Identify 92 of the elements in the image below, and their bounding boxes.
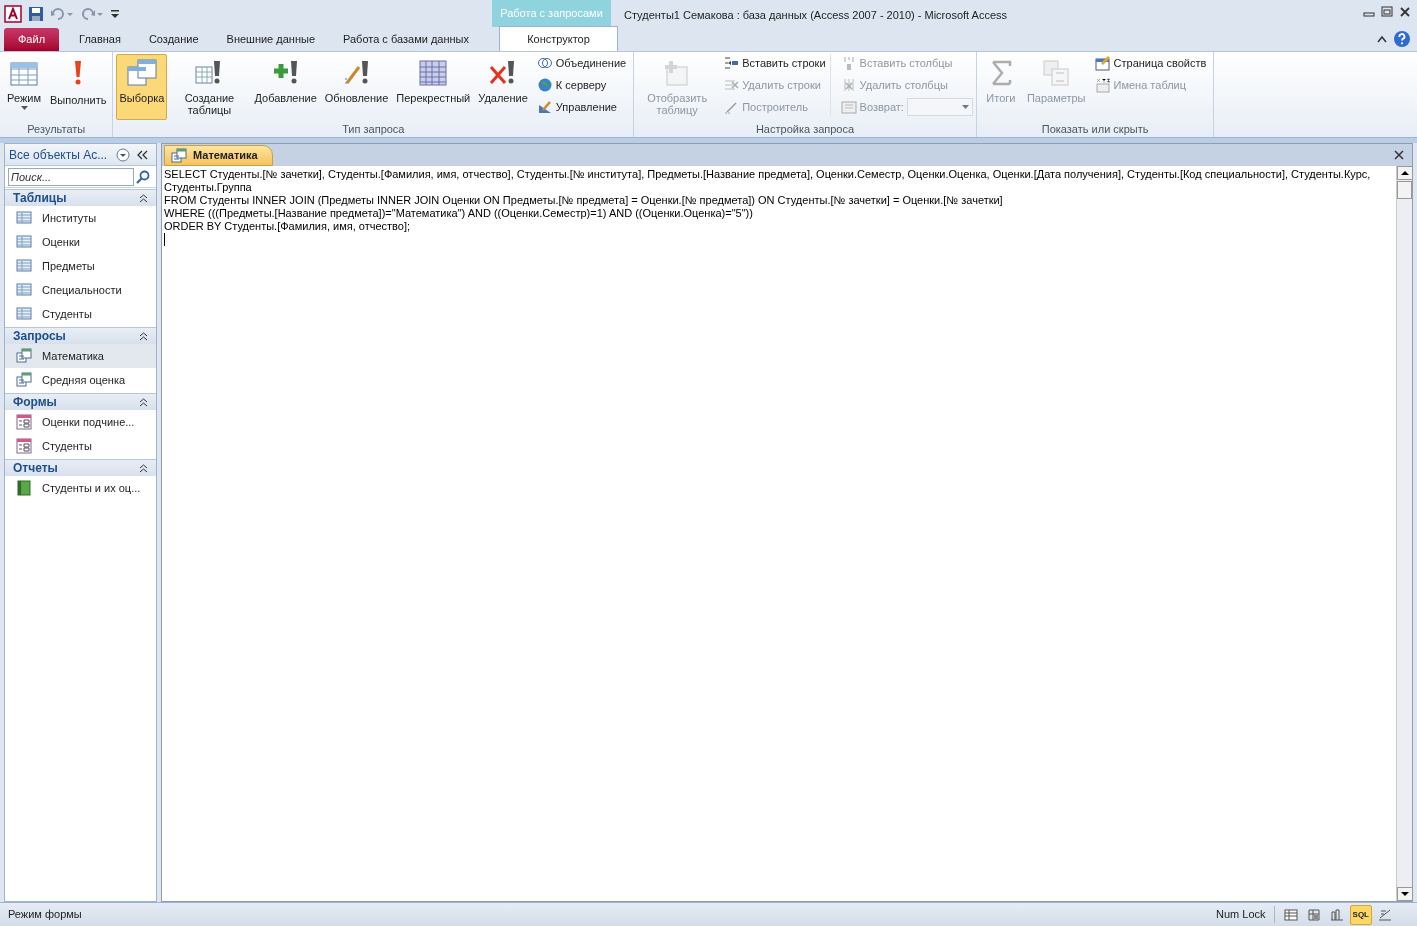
app-logo-icon: [4, 4, 22, 23]
collapse-section-icon[interactable]: [139, 463, 148, 473]
document-tab[interactable]: Математика: [164, 145, 273, 166]
nav-item[interactable]: Предметы: [5, 254, 156, 278]
delete-rows-icon: [723, 77, 740, 93]
pivot-chart-view-icon: [1329, 907, 1344, 922]
sql-line: WHERE (((Предметы.[Название предмета])="Математика") AND ((Оценки.Семестр)=1) AND ((Оценки.Оценка)="5")): [164, 207, 754, 220]
nav-item[interactable]: Студенты: [5, 434, 156, 458]
insert-rows-icon: [723, 55, 740, 71]
ribbon-button[interactable]: Выборка: [116, 54, 168, 120]
save-icon[interactable]: [28, 5, 44, 22]
nav-item[interactable]: Студенты: [5, 302, 156, 326]
collapse-ribbon-icon[interactable]: [1377, 35, 1387, 43]
table-names-icon: [1094, 77, 1111, 93]
ribbon-group-label: Настройка запроса: [754, 122, 856, 137]
vertical-scrollbar[interactable]: [1396, 166, 1412, 901]
wand-icon: [723, 99, 740, 115]
form-icon: [16, 414, 32, 430]
restore-icon[interactable]: [1381, 6, 1393, 18]
ribbon-group-label: Тип запроса: [341, 122, 406, 137]
form-icon: [16, 438, 32, 454]
sql-view-button[interactable]: SQL: [1349, 904, 1372, 925]
ribbon-tab[interactable]: Работа с базами данных: [329, 28, 483, 51]
ribbon-button[interactable]: Создание таблицы: [169, 54, 250, 120]
ribbon-tab[interactable]: Создание: [134, 28, 213, 51]
nav-item[interactable]: Институты: [5, 206, 156, 230]
design-view-icon: [1378, 907, 1392, 922]
customize-toolbar-icon[interactable]: [110, 7, 120, 20]
caret-icon: [961, 105, 969, 109]
table-icon: [16, 210, 32, 226]
scroll-down-icon[interactable]: [1397, 887, 1413, 901]
nav-item[interactable]: Средняя оценка: [5, 368, 156, 392]
sql-line: ORDER BY Студенты.[Фамилия, имя, отчество];: [164, 220, 412, 233]
ribbon-button[interactable]: Вставить строки: [723, 54, 826, 72]
contextual-tab-group: Работа с запросами: [492, 0, 611, 27]
exclamation-icon: [74, 61, 83, 85]
grid-icon: [417, 57, 450, 89]
collapse-section-icon[interactable]: [139, 397, 148, 407]
caret-icon: [20, 106, 28, 110]
table-icon: [16, 282, 32, 298]
ribbon-button[interactable]: Перекрестный: [393, 54, 474, 120]
search-icon[interactable]: [136, 169, 150, 184]
help-icon[interactable]: [1393, 30, 1411, 48]
pencil-icon: [536, 99, 553, 115]
ribbon-button[interactable]: Выполнить: [47, 54, 110, 120]
ribbon-button[interactable]: Обновление: [321, 54, 392, 120]
ribbon-button[interactable]: Объединение: [536, 54, 627, 72]
ribbon-button[interactable]: Управление: [536, 98, 627, 116]
datasheet-view-icon: [1283, 907, 1298, 922]
table-icon: [16, 306, 32, 322]
collapse-section-icon[interactable]: [139, 193, 148, 203]
nav-item[interactable]: Студенты и их оц...: [5, 476, 156, 500]
scroll-thumb[interactable]: [1397, 181, 1412, 199]
close-document-icon[interactable]: [1394, 150, 1404, 160]
ribbon-button[interactable]: Режим: [3, 54, 45, 120]
nav-item[interactable]: Оценки: [5, 230, 156, 254]
ribbon-button[interactable]: К серверу: [536, 76, 627, 94]
return-icon: [840, 99, 857, 115]
table-icon: [16, 234, 32, 250]
ribbon-group-label: Результаты: [26, 122, 87, 137]
dropdown-circle-icon[interactable]: [116, 147, 130, 162]
ribbon-group-label: Показать или скрыть: [1040, 122, 1150, 137]
sql-line: FROM Студенты INNER JOIN (Предметы INNER JOIN Оценки ON Предметы.[№ предмета] = Оценки.[№ предмета]) ON Студенты.[№ зачетки] = Оценки.[№ зачетки]: [164, 194, 1004, 207]
collapse-section-icon[interactable]: [139, 331, 148, 341]
query-icon: [16, 348, 32, 364]
search-field[interactable]: Поиск...: [8, 167, 134, 186]
nav-item[interactable]: Оценки подчине...: [5, 410, 156, 434]
scroll-up-icon[interactable]: [1397, 166, 1413, 180]
tables-icon: [125, 57, 158, 89]
window-title: Студенты1 Семакова : база данных (Access 2007 - 2010) - Microsoft Access: [624, 8, 1008, 23]
rings-icon: [536, 55, 553, 71]
globe-icon: [536, 77, 553, 93]
ribbon-button[interactable]: Страница свойств: [1094, 54, 1207, 72]
query-icon: [16, 372, 32, 388]
ribbon-tab[interactable]: Конструктор: [499, 26, 618, 51]
table-icon: [16, 258, 32, 274]
ribbon-button[interactable]: Добавление: [251, 54, 320, 120]
ribbon-tab[interactable]: Главная: [65, 28, 135, 51]
text-cursor: [164, 233, 165, 246]
query-icon: [171, 147, 187, 164]
pivot-table-view-icon: [1306, 907, 1321, 922]
status-text: Режим формы: [8, 907, 83, 923]
ribbon-tab[interactable]: Файл: [4, 28, 60, 51]
ribbon-tab[interactable]: Внешние данные: [212, 28, 329, 51]
num-lock-indicator: Num Lock: [1208, 906, 1275, 923]
sql-line: SELECT Студенты.[№ зачетки], Студенты.[Фамилия, имя, отчество], Студенты.[№ института], Предметы.[Название предмета], Оценки.Семестр, Оценки.Оценка, Оценки.[Дата получения], Студенты.[Код специальности], Студенты.Курс, Студенты.Группа: [164, 168, 1372, 194]
nav-item[interactable]: Математика: [5, 344, 156, 368]
nav-item[interactable]: Специальности: [5, 278, 156, 302]
ribbon-button[interactable]: Удаление: [475, 54, 531, 120]
property-sheet-icon: [1094, 55, 1111, 71]
report-icon: [16, 480, 32, 496]
close-icon[interactable]: [1399, 6, 1411, 18]
